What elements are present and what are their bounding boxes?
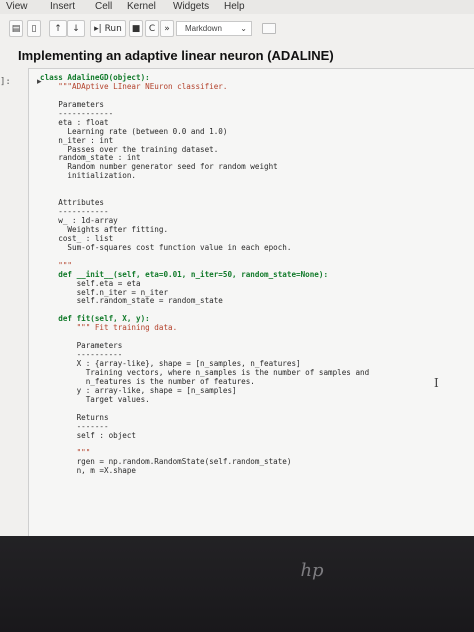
notebook-screen: View Insert Cell Kernel Widgets Help ▤ ▯…: [0, 0, 474, 536]
cell-prompt: ]:: [0, 77, 11, 87]
chevron-down-icon: ⌄: [240, 24, 247, 33]
restart-icon: C: [148, 23, 156, 34]
move-up-icon: ↑: [54, 23, 62, 34]
move-down-icon: ↓: [72, 23, 80, 34]
move-down-button[interactable]: ↓: [67, 20, 85, 37]
code-line[interactable]: n, m =X.shape: [40, 466, 369, 476]
menu-bar: View Insert Cell Kernel Widgets Help: [0, 0, 474, 14]
cell-type-value: Markdown: [185, 24, 222, 33]
menu-widgets[interactable]: Widgets: [173, 1, 209, 12]
run-icon: ▸|: [94, 23, 105, 34]
run-label: Run: [104, 23, 122, 34]
code-line[interactable]: self : object: [40, 431, 369, 441]
code-line[interactable]: Sum-of-squares cost function value in ea…: [40, 243, 369, 253]
menu-help[interactable]: Help: [224, 1, 245, 12]
code-line[interactable]: [40, 181, 369, 190]
code-line[interactable]: [40, 253, 369, 262]
menu-kernel[interactable]: Kernel: [127, 1, 156, 12]
menu-view[interactable]: View: [6, 1, 28, 12]
restart-run-all-button[interactable]: »: [160, 20, 174, 37]
run-button[interactable]: ▸| Run: [90, 20, 126, 37]
add-cell-icon: ▯: [31, 23, 37, 34]
restart-button[interactable]: C: [145, 20, 159, 37]
code-line[interactable]: Target values.: [40, 395, 369, 405]
cell-type-select[interactable]: Markdown ⌄: [176, 21, 252, 36]
code-line[interactable]: """ Fit training data.: [40, 323, 369, 333]
fast-forward-icon: »: [164, 23, 170, 34]
menu-cell[interactable]: Cell: [95, 1, 112, 12]
save-button[interactable]: ▤: [9, 20, 23, 37]
text-cursor-icon: I: [434, 376, 439, 390]
laptop-logo-icon: hp: [300, 560, 324, 581]
save-icon: ▤: [11, 23, 21, 34]
add-cell-button[interactable]: ▯: [27, 20, 41, 37]
laptop-bezel: [0, 536, 474, 632]
stop-icon: ■: [131, 23, 141, 34]
code-line[interactable]: """ADAptive LInear NEuron classifier.: [40, 82, 369, 92]
code-line[interactable]: self.random_state = random_state: [40, 296, 369, 306]
stop-button[interactable]: ■: [129, 20, 143, 37]
move-up-button[interactable]: ↑: [49, 20, 67, 37]
page-title: Implementing an adaptive linear neuron (…: [18, 48, 334, 63]
code-editor[interactable]: class AdalineGD(object): """ADAptive LIn…: [40, 73, 369, 476]
toolbar: ▤ ▯ ↑ ↓ ▸| Run ■ C » Markdown ⌄: [0, 18, 474, 40]
keyboard-icon[interactable]: [262, 23, 276, 34]
code-line[interactable]: initialization.: [40, 171, 369, 181]
menu-insert[interactable]: Insert: [50, 1, 75, 12]
